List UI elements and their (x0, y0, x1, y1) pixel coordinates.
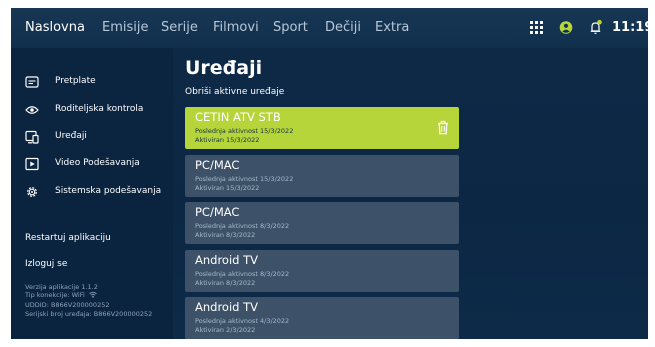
device-name: PC/MAC (195, 205, 240, 219)
nav-item-sport[interactable]: Sport (273, 20, 308, 36)
device-activated: Aktiviran 2/3/2022 (195, 326, 256, 334)
tv-app-window: Naslovna Emisije Serije Filmovi Sport De… (11, 8, 648, 339)
restart-app-link[interactable]: Restartuj aplikaciju (25, 232, 111, 244)
user-icon[interactable] (559, 19, 573, 36)
video-play-icon (25, 156, 39, 171)
screen: Naslovna Emisije Serije Filmovi Sport De… (0, 0, 655, 347)
device-last-activity: Poslednja aktivnost 4/3/2022 (195, 317, 290, 325)
top-navigation: Naslovna Emisije Serije Filmovi Sport De… (11, 8, 648, 48)
device-card[interactable]: Android TV Poslednja aktivnost 4/3/2022 … (185, 297, 459, 339)
device-name: CETIN ATV STB (195, 110, 281, 124)
device-last-activity: Poslednja aktivnost 15/3/2022 (195, 127, 294, 135)
device-activated: Aktiviran 8/3/2022 (195, 231, 256, 239)
bell-icon[interactable] (589, 19, 602, 36)
sidebar-item-label: Uređaji (55, 131, 87, 141)
device-card[interactable]: CETIN ATV STB Poslednja aktivnost 15/3/2… (185, 107, 459, 149)
device-activated: Aktiviran 8/3/2022 (195, 279, 256, 287)
device-last-activity: Poslednja aktivnost 8/3/2022 (195, 222, 290, 230)
clock: 11:19 (612, 20, 648, 35)
device-card[interactable]: PC/MAC Poslednja aktivnost 8/3/2022 Akti… (185, 202, 459, 244)
logout-link[interactable]: Izloguj se (25, 258, 67, 270)
gear-icon (25, 184, 39, 198)
device-last-activity: Poslednja aktivnost 8/3/2022 (195, 270, 290, 278)
sidebar-item-label: Video Podešavanja (55, 158, 140, 168)
parental-eye-icon (25, 102, 39, 116)
serial-number: Serijski broj uređaja: B866V200000252 (25, 310, 153, 318)
nav-item-filmovi[interactable]: Filmovi (213, 20, 259, 36)
device-name: PC/MAC (195, 158, 240, 172)
page-subtitle: Obriši aktivne uređaje (185, 87, 285, 97)
nav-item-deciji[interactable]: Dečiji (325, 20, 361, 36)
nav-item-emisije[interactable]: Emisije (102, 20, 148, 36)
subscription-icon (25, 74, 39, 88)
device-activated: Aktiviran 15/3/2022 (195, 136, 260, 144)
device-card[interactable]: PC/MAC Poslednja aktivnost 15/3/2022 Akt… (185, 155, 459, 197)
connection-type: Tip konekcije: WiFi (25, 291, 85, 299)
connection-type-row: Tip konekcije: WiFi (25, 291, 97, 300)
sidebar-item-label: Sistemska podešavanja (55, 186, 162, 196)
device-name: Android TV (195, 253, 259, 267)
page-title: Uređaji (185, 57, 263, 79)
grid-icon[interactable] (530, 19, 544, 36)
trash-icon[interactable] (437, 120, 449, 135)
uddid: UDDID: B866V200000252 (25, 301, 110, 309)
sidebar-item-label: Roditeljska kontrola (55, 104, 144, 114)
sidebar-item-label: Pretplate (55, 76, 96, 86)
device-card[interactable]: Android TV Poslednja aktivnost 8/3/2022 … (185, 250, 459, 292)
device-last-activity: Poslednja aktivnost 15/3/2022 (195, 175, 294, 183)
nav-item-serije[interactable]: Serije (161, 20, 198, 36)
devices-icon (25, 129, 39, 144)
device-name: Android TV (195, 300, 259, 314)
nav-item-extra[interactable]: Extra (375, 20, 409, 36)
device-activated: Aktiviran 15/3/2022 (195, 184, 260, 192)
wifi-icon (89, 291, 97, 298)
nav-item-naslovna[interactable]: Naslovna (25, 20, 85, 36)
settings-sidebar: Pretplate Roditeljska kontrola Uređaji V… (11, 48, 173, 339)
